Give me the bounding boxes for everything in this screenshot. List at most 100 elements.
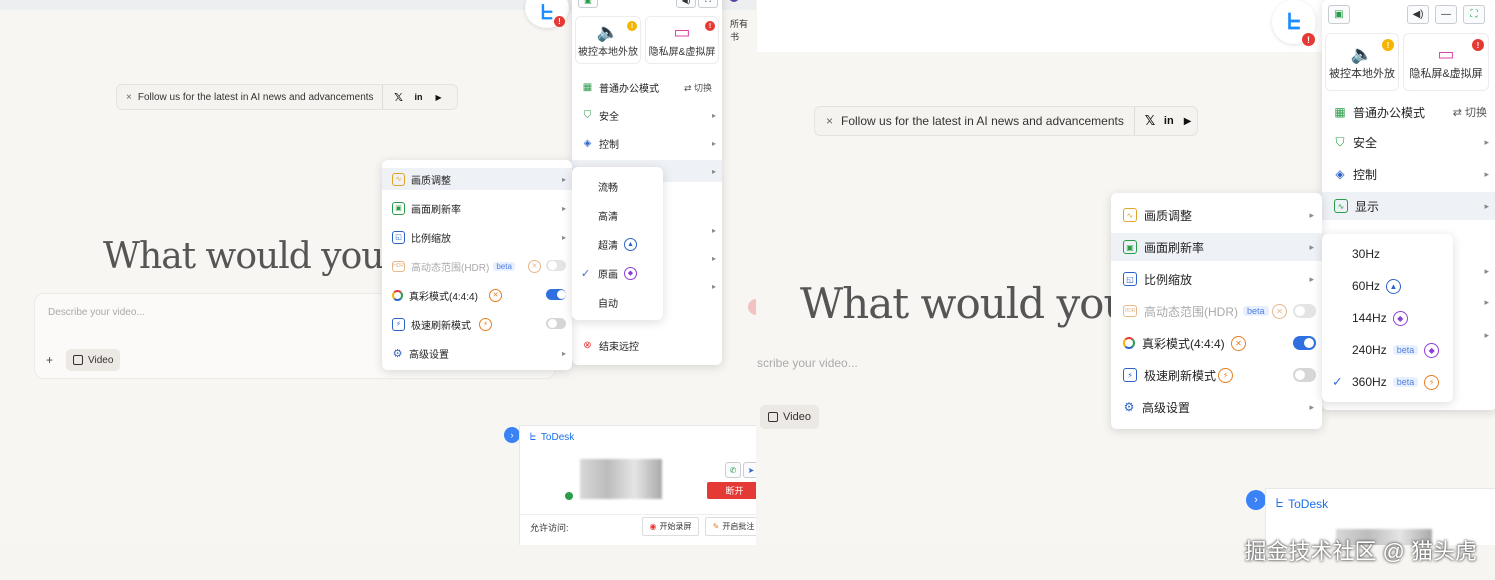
office-mode-row[interactable]: ▦ 普通办公模式 ⇄ 切换 bbox=[1322, 100, 1495, 124]
lightning-badge-icon: ⚡ bbox=[479, 317, 492, 331]
fullscreen-icon[interactable]: ⛶ bbox=[698, 0, 718, 8]
security-label: 安全 bbox=[1353, 135, 1378, 150]
quality-option[interactable]: 高清 bbox=[572, 204, 663, 226]
toggle-knob bbox=[557, 290, 566, 299]
video-chip-label: Video bbox=[88, 354, 114, 366]
x-social-icon[interactable]: 𝕏 bbox=[389, 91, 409, 104]
privacy-screen-card[interactable]: ▭ 隐私屏&虚拟屏 ! bbox=[645, 16, 719, 64]
chevron-right-icon: ▸ bbox=[561, 174, 566, 184]
true-color-toggle[interactable] bbox=[546, 289, 566, 300]
display-item-hdr[interactable]: HDR 高动态范围(HDR) beta ✕ bbox=[382, 255, 572, 277]
display-item-hdr[interactable]: HDR 高动态范围(HDR) beta ✕ bbox=[1111, 298, 1322, 324]
display-item-true-color[interactable]: 真彩模式(4:4:4) ✕ bbox=[1111, 330, 1322, 356]
local-speaker-card[interactable]: 🔈 被控本地外放 ! bbox=[1325, 33, 1399, 91]
quality-option[interactable]: 超清 ▲ bbox=[572, 233, 663, 255]
quality-option-label: 原画 bbox=[598, 269, 618, 281]
alert-badge: ! bbox=[1472, 39, 1484, 51]
refresh-option[interactable]: 240Hz beta ◆ bbox=[1322, 337, 1453, 363]
refresh-option-label: 144Hz bbox=[1352, 311, 1387, 325]
hdr-label: 高动态范围(HDR) bbox=[411, 262, 490, 274]
display-item-picture-quality[interactable]: ∿ 画质调整 ▸ bbox=[382, 168, 572, 190]
beta-badge: beta bbox=[1243, 306, 1269, 316]
speaker-toolbar-icon[interactable]: ◀) bbox=[676, 0, 696, 8]
refresh-option-selected[interactable]: ✓ 360Hz beta ⚡ bbox=[1322, 369, 1453, 395]
video-chip[interactable]: Video bbox=[66, 349, 121, 371]
linkedin-icon[interactable]: in bbox=[1159, 115, 1178, 127]
refresh-option-label: 240Hz bbox=[1352, 343, 1387, 357]
collapse-button[interactable]: › bbox=[1246, 490, 1266, 510]
banner-close-icon[interactable]: × bbox=[826, 114, 833, 128]
collapse-button[interactable]: › bbox=[504, 427, 520, 443]
display-item-fast-refresh[interactable]: ⚡ 极速刷新模式 ⚡ bbox=[1111, 362, 1322, 388]
quality-option-label: 超清 bbox=[598, 240, 618, 252]
display-item-scale[interactable]: ◱ 比例缩放 ▸ bbox=[382, 226, 572, 248]
x-social-icon[interactable]: 𝕏 bbox=[1141, 113, 1160, 129]
fast-refresh-toggle[interactable] bbox=[546, 318, 566, 329]
prompt-placeholder: scribe your video... bbox=[757, 356, 858, 370]
vip-orange-icon: ✕ bbox=[489, 288, 502, 302]
local-speaker-label: 被控本地外放 bbox=[1329, 67, 1395, 80]
youtube-icon[interactable]: ▶ bbox=[429, 93, 449, 102]
toggle-knob bbox=[1304, 338, 1314, 348]
cursor-icon[interactable]: ➤ bbox=[743, 462, 756, 478]
start-record-button[interactable]: ◉ 开始录屏 bbox=[642, 517, 699, 536]
left-screenshot-panel: × Follow us for the latest in AI news an… bbox=[0, 0, 756, 545]
refresh-option[interactable]: 144Hz ◆ bbox=[1322, 305, 1453, 331]
phone-icon[interactable]: ✆ bbox=[725, 462, 741, 478]
add-button[interactable]: + bbox=[46, 353, 53, 367]
menu-item-security[interactable]: ⛉ 安全 ▸ bbox=[1322, 130, 1495, 154]
switch-label: 切换 bbox=[693, 82, 712, 93]
display-item-advanced[interactable]: ⚙ 高级设置 ▸ bbox=[382, 342, 572, 364]
minimize-icon[interactable]: — bbox=[1435, 5, 1457, 24]
fast-refresh-toggle[interactable] bbox=[1293, 368, 1316, 382]
quality-option-selected[interactable]: ✓ 原画 ◆ bbox=[572, 262, 663, 284]
display-item-scale[interactable]: ◱ 比例缩放 ▸ bbox=[1111, 266, 1322, 292]
end-remote-item[interactable]: ⊗ 结束远控 bbox=[572, 334, 722, 356]
banner-close-icon[interactable]: × bbox=[126, 92, 132, 103]
office-mode-row[interactable]: ▦ 普通办公模式 ⇄ 切换 bbox=[572, 76, 722, 98]
hdr-toggle[interactable] bbox=[1293, 304, 1316, 318]
lightning-badge-icon: ⚡ bbox=[1218, 367, 1233, 383]
menu-item-security[interactable]: ⛉ 安全 ▸ bbox=[572, 104, 722, 126]
menu-item-control[interactable]: ◈ 控制 ▸ bbox=[572, 132, 722, 154]
youtube-icon[interactable]: ▶ bbox=[1178, 116, 1197, 127]
todesk-small-logo-icon: ᖶ bbox=[1276, 496, 1284, 510]
tier-blue-icon: ▲ bbox=[624, 237, 637, 251]
chevron-right-icon: ▸ bbox=[1484, 297, 1489, 307]
linkedin-icon[interactable]: in bbox=[409, 92, 429, 102]
chevron-right-icon: ▸ bbox=[1484, 330, 1489, 340]
video-chip[interactable]: Video bbox=[760, 405, 819, 429]
grid-icon: ▦ bbox=[1334, 105, 1346, 119]
local-speaker-card[interactable]: 🔈 被控本地外放 ! bbox=[575, 16, 641, 64]
display-item-refresh-rate[interactable]: ▣ 画面刷新率 ▸ bbox=[1111, 233, 1322, 261]
scale-icon: ◱ bbox=[392, 230, 405, 244]
quality-option[interactable]: 流畅 bbox=[572, 175, 663, 197]
fullscreen-icon[interactable]: ⛶ bbox=[1463, 5, 1485, 24]
screen-mode-icon[interactable]: ▣ bbox=[578, 0, 598, 8]
switch-mode-button[interactable]: ⇄ 切换 bbox=[1453, 104, 1487, 120]
refresh-option[interactable]: 30Hz bbox=[1322, 241, 1453, 267]
privacy-screen-card[interactable]: ▭ 隐私屏&虚拟屏 ! bbox=[1403, 33, 1489, 91]
partial-red-icon bbox=[748, 299, 756, 315]
menu-item-display[interactable]: ∿ 显示 ▸ bbox=[1322, 192, 1495, 220]
display-item-fast-refresh[interactable]: ⚡ 极速刷新模式 ⚡ bbox=[382, 313, 572, 335]
refresh-option[interactable]: 60Hz ▲ bbox=[1322, 273, 1453, 299]
speaker-toolbar-icon[interactable]: ◀) bbox=[1407, 5, 1429, 24]
display-item-picture-quality[interactable]: ∿ 画质调整 ▸ bbox=[1111, 202, 1322, 228]
switch-mode-button[interactable]: ⇄ 切换 bbox=[684, 81, 712, 94]
display-item-advanced[interactable]: ⚙ 高级设置 ▸ bbox=[1111, 394, 1322, 420]
quality-option[interactable]: 自动 bbox=[572, 291, 663, 313]
display-icon: ∿ bbox=[1334, 199, 1348, 213]
refresh-option-label: 30Hz bbox=[1352, 247, 1381, 261]
true-color-toggle[interactable] bbox=[1293, 336, 1316, 350]
menu-item-control[interactable]: ◈ 控制 ▸ bbox=[1322, 162, 1495, 186]
annotate-button[interactable]: ✎ 开启批注 bbox=[705, 517, 756, 536]
video-icon bbox=[768, 412, 778, 422]
hdr-toggle[interactable] bbox=[546, 260, 566, 271]
display-item-refresh-rate[interactable]: ▣ 画面刷新率 ▸ bbox=[382, 197, 572, 219]
banner-divider bbox=[381, 85, 383, 109]
display-item-true-color[interactable]: 真彩模式(4:4:4) ✕ bbox=[382, 284, 572, 306]
screen-mode-icon[interactable]: ▣ bbox=[1328, 5, 1350, 24]
disconnect-button[interactable]: 断开 bbox=[707, 482, 756, 499]
quality-option-label: 流畅 bbox=[598, 182, 618, 194]
